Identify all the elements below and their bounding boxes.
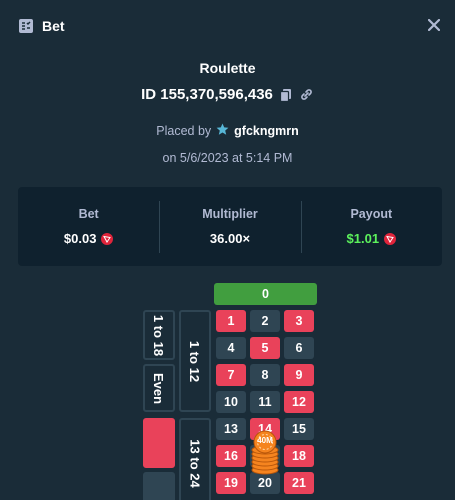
low-label: 1 to 18 bbox=[151, 314, 167, 356]
roulette-number: 18 bbox=[284, 445, 314, 467]
roulette-number: 10 bbox=[216, 391, 246, 413]
roulette-number: 6 bbox=[284, 337, 314, 359]
roulette-number: 2 bbox=[250, 310, 280, 332]
roulette-number: 7 bbox=[216, 364, 246, 386]
roulette-number: 1 bbox=[216, 310, 246, 332]
even-bet: Even bbox=[143, 364, 175, 412]
red-bet bbox=[143, 418, 175, 468]
roulette-number: 19 bbox=[216, 472, 246, 494]
roulette-number: 13 bbox=[216, 418, 246, 440]
roulette-number: 9 bbox=[284, 364, 314, 386]
dozen-2-label: 13 to 24 bbox=[187, 438, 203, 488]
roulette-number: 8 bbox=[250, 364, 280, 386]
roulette-number: 4 bbox=[216, 337, 246, 359]
roulette-zero: 0 bbox=[214, 283, 317, 305]
dozen-1-label: 1 to 12 bbox=[187, 340, 203, 382]
low-1-to-18: 1 to 18 bbox=[143, 310, 175, 360]
chip-label: 40M bbox=[257, 436, 273, 445]
even-label: Even bbox=[151, 372, 167, 404]
roulette-number: 3 bbox=[284, 310, 314, 332]
roulette-number: 12 bbox=[284, 391, 314, 413]
chip-stack: 40M bbox=[249, 430, 281, 476]
roulette-number: 11 bbox=[250, 391, 280, 413]
roulette-board: 0 123456789101112131415161718192021 1 to… bbox=[0, 0, 455, 500]
roulette-number: 15 bbox=[284, 418, 314, 440]
roulette-number: 5 bbox=[250, 337, 280, 359]
dozen-13-to-24: 13 to 24 bbox=[179, 418, 211, 500]
roulette-number: 21 bbox=[284, 472, 314, 494]
roulette-number: 16 bbox=[216, 445, 246, 467]
dozen-1-to-12: 1 to 12 bbox=[179, 310, 211, 412]
black-bet bbox=[143, 472, 175, 500]
